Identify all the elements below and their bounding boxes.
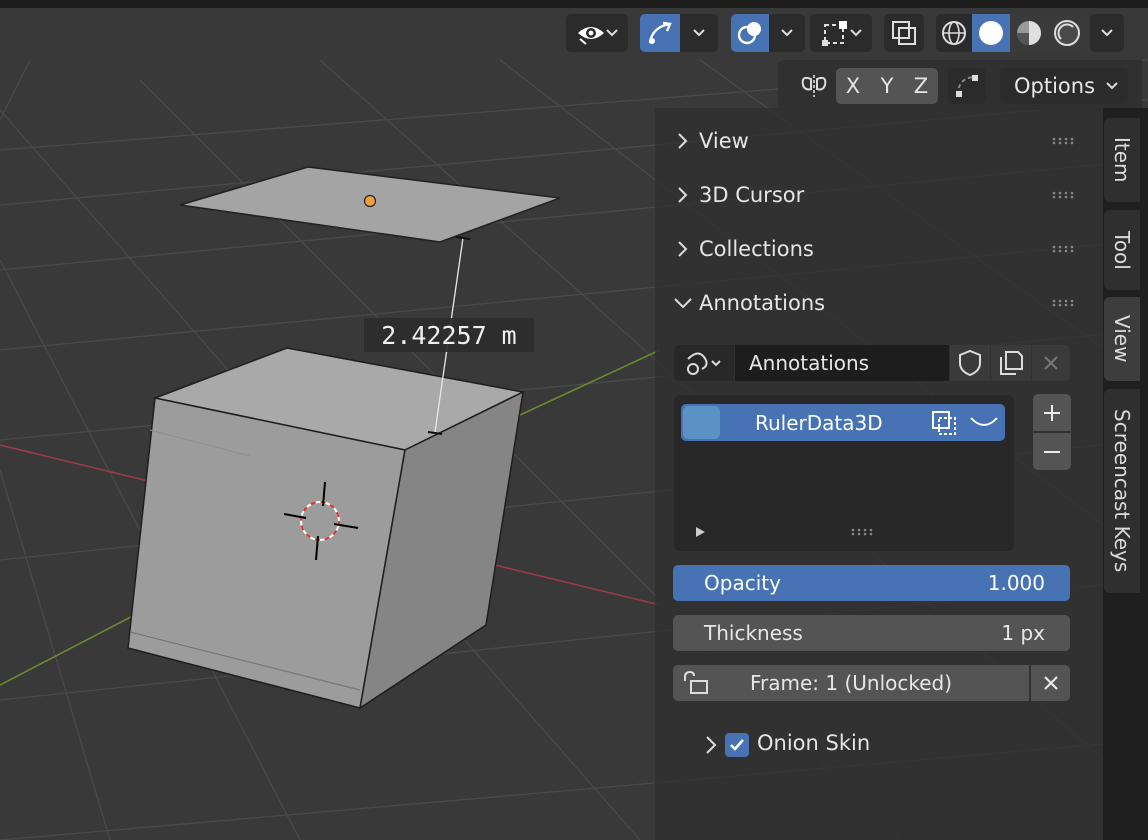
frame-lock-button[interactable]: Frame: 1 (Unlocked) [673, 665, 1029, 701]
drag-grip-icon[interactable] [1052, 191, 1076, 199]
drag-grip-icon[interactable] [1052, 299, 1076, 307]
gizmo-dropdown[interactable] [680, 14, 718, 52]
measurement-label: 2.42257 m [381, 320, 517, 350]
mirror-x-button[interactable]: X [836, 68, 870, 104]
rendered-sphere-icon [1054, 20, 1080, 46]
panel-header-label: 3D Cursor [699, 183, 805, 207]
panel-header-label: Annotations [699, 291, 826, 315]
chevron-down-icon [781, 29, 793, 37]
onion-skin-label: Onion Skin [757, 731, 871, 755]
xray-icon [892, 21, 916, 45]
overlays-icon [737, 22, 761, 45]
wireframe-sphere-icon [942, 21, 966, 45]
xray-toggle[interactable] [884, 14, 924, 52]
options-label: Options [1014, 74, 1096, 98]
chevron-right-icon [678, 133, 688, 149]
shading-dropdown[interactable] [1090, 14, 1124, 52]
checkmark-icon [730, 739, 744, 751]
tab-label: Item [1110, 137, 1134, 183]
shading-material-button[interactable] [1010, 14, 1048, 52]
overlays-toggle[interactable] [731, 14, 769, 52]
object-origin-dot [363, 194, 377, 208]
butterfly-mirror-icon [801, 75, 827, 97]
shield-icon [959, 349, 981, 377]
mirror-toggle[interactable] [796, 68, 832, 104]
panel-header-view[interactable]: View [672, 119, 749, 163]
chevron-down-icon [1106, 82, 1118, 90]
list-resize-grip-icon[interactable] [851, 528, 875, 536]
in-front-toggle-icon[interactable] [930, 409, 960, 437]
remove-layer-button[interactable] [1033, 433, 1071, 470]
duplicate-datablock-button[interactable] [991, 345, 1031, 381]
thickness-value: 1 px [1001, 621, 1045, 645]
close-icon [1044, 356, 1058, 370]
proportional-edit-icon [956, 75, 978, 97]
tab-label: View [1110, 315, 1134, 363]
tab-item[interactable]: Item [1104, 118, 1140, 202]
unlink-datablock-button[interactable] [1032, 345, 1070, 381]
tab-view[interactable]: View [1104, 297, 1140, 381]
chevron-right-icon [678, 241, 688, 257]
thickness-label: Thickness [704, 621, 803, 645]
visibility-dropdown[interactable] [566, 14, 628, 52]
minus-icon [1044, 450, 1060, 453]
shading-rendered-button[interactable] [1048, 14, 1086, 52]
onion-skin-checkbox[interactable] [725, 733, 749, 757]
shading-wireframe-button[interactable] [936, 14, 972, 52]
material-sphere-icon [1017, 21, 1041, 45]
mirror-y-button[interactable]: Y [870, 68, 904, 104]
opacity-slider[interactable]: Opacity 1.000 [673, 565, 1070, 601]
annotation-datablock-name[interactable]: Annotations [735, 345, 949, 381]
options-dropdown[interactable]: Options [1000, 68, 1128, 104]
gizmo-toggle[interactable] [640, 14, 680, 52]
add-layer-button[interactable] [1033, 394, 1071, 431]
opacity-value: 1.000 [987, 571, 1045, 595]
chevron-right-icon [678, 187, 688, 203]
annotation-stroke-icon [687, 352, 721, 375]
drag-grip-icon[interactable] [1052, 245, 1076, 253]
chevron-down-icon [693, 29, 705, 37]
shading-solid-button[interactable] [972, 14, 1010, 52]
overlays-dropdown[interactable] [769, 14, 805, 52]
annotation-browse-dropdown[interactable] [674, 345, 734, 381]
cube-object [127, 347, 526, 710]
window-top-edge [0, 0, 1148, 8]
layer-name[interactable]: RulerData3D [755, 404, 883, 441]
panel-header-annotations[interactable]: Annotations [672, 281, 825, 325]
chevron-down-icon [1101, 29, 1113, 37]
tab-label: Tool [1110, 230, 1134, 270]
delete-frame-button[interactable] [1031, 665, 1070, 701]
layer-color-swatch[interactable] [683, 406, 720, 439]
proportional-edit-toggle[interactable] [948, 68, 986, 104]
panel-header-label: View [699, 129, 749, 153]
tab-tool[interactable]: Tool [1104, 210, 1140, 290]
vertex-icon [822, 21, 847, 46]
frame-label: Frame: 1 (Unlocked) [749, 671, 953, 695]
datablock-name-text: Annotations [749, 351, 870, 375]
solid-sphere-icon [979, 21, 1003, 45]
panel-header-3d-cursor[interactable]: 3D Cursor [672, 173, 804, 217]
mesh-edit-overlays-dropdown[interactable] [810, 14, 872, 52]
thickness-field[interactable]: Thickness 1 px [673, 615, 1070, 651]
plus-icon [1044, 404, 1060, 421]
panel-header-collections[interactable]: Collections [672, 227, 814, 271]
eye-icon [578, 27, 604, 45]
chevron-down-icon [674, 298, 692, 309]
panel-header-label: Collections [699, 237, 814, 261]
gizmo-icon [648, 21, 672, 44]
chevron-right-icon[interactable] [702, 734, 720, 756]
close-icon [1043, 676, 1058, 690]
tab-label: Screencast Keys [1110, 409, 1134, 573]
visibility-toggle-icon[interactable] [968, 412, 1000, 432]
chevron-down-icon [606, 29, 618, 37]
duplicate-icon [1000, 351, 1023, 375]
opacity-label: Opacity [704, 571, 781, 595]
expand-list-icon[interactable] [693, 525, 707, 539]
fake-user-toggle[interactable] [950, 345, 990, 381]
unlock-icon [684, 671, 708, 694]
drag-grip-icon[interactable] [1052, 137, 1076, 145]
tab-screencast-keys[interactable]: Screencast Keys [1104, 389, 1140, 593]
mirror-z-button[interactable]: Z [904, 68, 938, 104]
chevron-down-icon [850, 29, 862, 37]
